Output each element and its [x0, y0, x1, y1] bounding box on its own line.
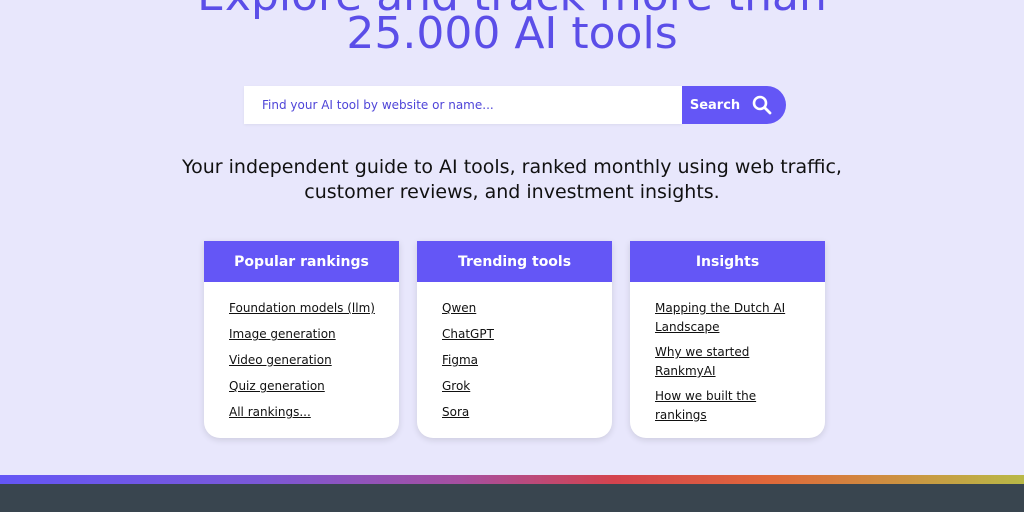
- list-item: How we built the rankings: [655, 386, 803, 424]
- list-item: Grok: [442, 376, 612, 395]
- list-item: Image generation: [229, 324, 399, 343]
- card-header: Trending tools: [417, 241, 612, 282]
- list-item: ChatGPT: [442, 324, 612, 343]
- list-item: Figma: [442, 350, 612, 369]
- list-item: Sora: [442, 402, 612, 421]
- popular-rankings-card: Popular rankings Foundation models (llm)…: [204, 241, 399, 438]
- trending-tools-list: Qwen ChatGPT Figma Grok Sora: [417, 282, 612, 421]
- tool-link[interactable]: Qwen: [442, 301, 476, 315]
- tagline-line-1: Your independent guide to AI tools, rank…: [182, 156, 842, 178]
- tool-link[interactable]: Grok: [442, 379, 470, 393]
- search-button[interactable]: Search: [682, 86, 786, 124]
- popular-rankings-list: Foundation models (llm) Image generation…: [204, 282, 399, 421]
- ranking-link[interactable]: Video generation: [229, 353, 332, 367]
- list-item: Qwen: [442, 298, 612, 317]
- card-header: Insights: [630, 241, 825, 282]
- tool-link[interactable]: Sora: [442, 405, 469, 419]
- insights-card: Insights Mapping the Dutch AI Landscape …: [630, 241, 825, 438]
- list-item: All rankings...: [229, 402, 399, 421]
- search-icon: [752, 95, 772, 115]
- all-rankings-link[interactable]: All rankings...: [229, 405, 311, 419]
- list-item: Video generation: [229, 350, 399, 369]
- search-button-label: Search: [689, 97, 741, 113]
- tool-link[interactable]: ChatGPT: [442, 327, 494, 341]
- insight-link[interactable]: How we built the rankings: [655, 389, 756, 422]
- list-item: Foundation models (llm): [229, 298, 399, 317]
- search-bar: Search: [244, 86, 786, 124]
- footer: [0, 484, 1024, 512]
- ranking-link[interactable]: Image generation: [229, 327, 336, 341]
- list-item: Mapping the Dutch AI Landscape: [655, 298, 803, 336]
- list-item: Quiz generation: [229, 376, 399, 395]
- tagline: Your independent guide to AI tools, rank…: [0, 155, 1024, 205]
- tool-link[interactable]: Figma: [442, 353, 478, 367]
- insight-link[interactable]: Mapping the Dutch AI Landscape: [655, 301, 785, 334]
- list-item: Why we started RankmyAI: [655, 342, 803, 380]
- trending-tools-card: Trending tools Qwen ChatGPT Figma Grok S…: [417, 241, 612, 438]
- card-header: Popular rankings: [204, 241, 399, 282]
- tagline-line-2: customer reviews, and investment insight…: [304, 181, 720, 203]
- search-input[interactable]: [244, 86, 682, 124]
- decorative-gradient-strip: [0, 475, 1024, 484]
- insight-link[interactable]: Why we started RankmyAI: [655, 345, 749, 378]
- insights-list: Mapping the Dutch AI Landscape Why we st…: [630, 282, 825, 424]
- ranking-link[interactable]: Quiz generation: [229, 379, 325, 393]
- hero-title-line-2: 25.000 AI tools: [346, 8, 678, 59]
- ranking-link[interactable]: Foundation models (llm): [229, 301, 375, 315]
